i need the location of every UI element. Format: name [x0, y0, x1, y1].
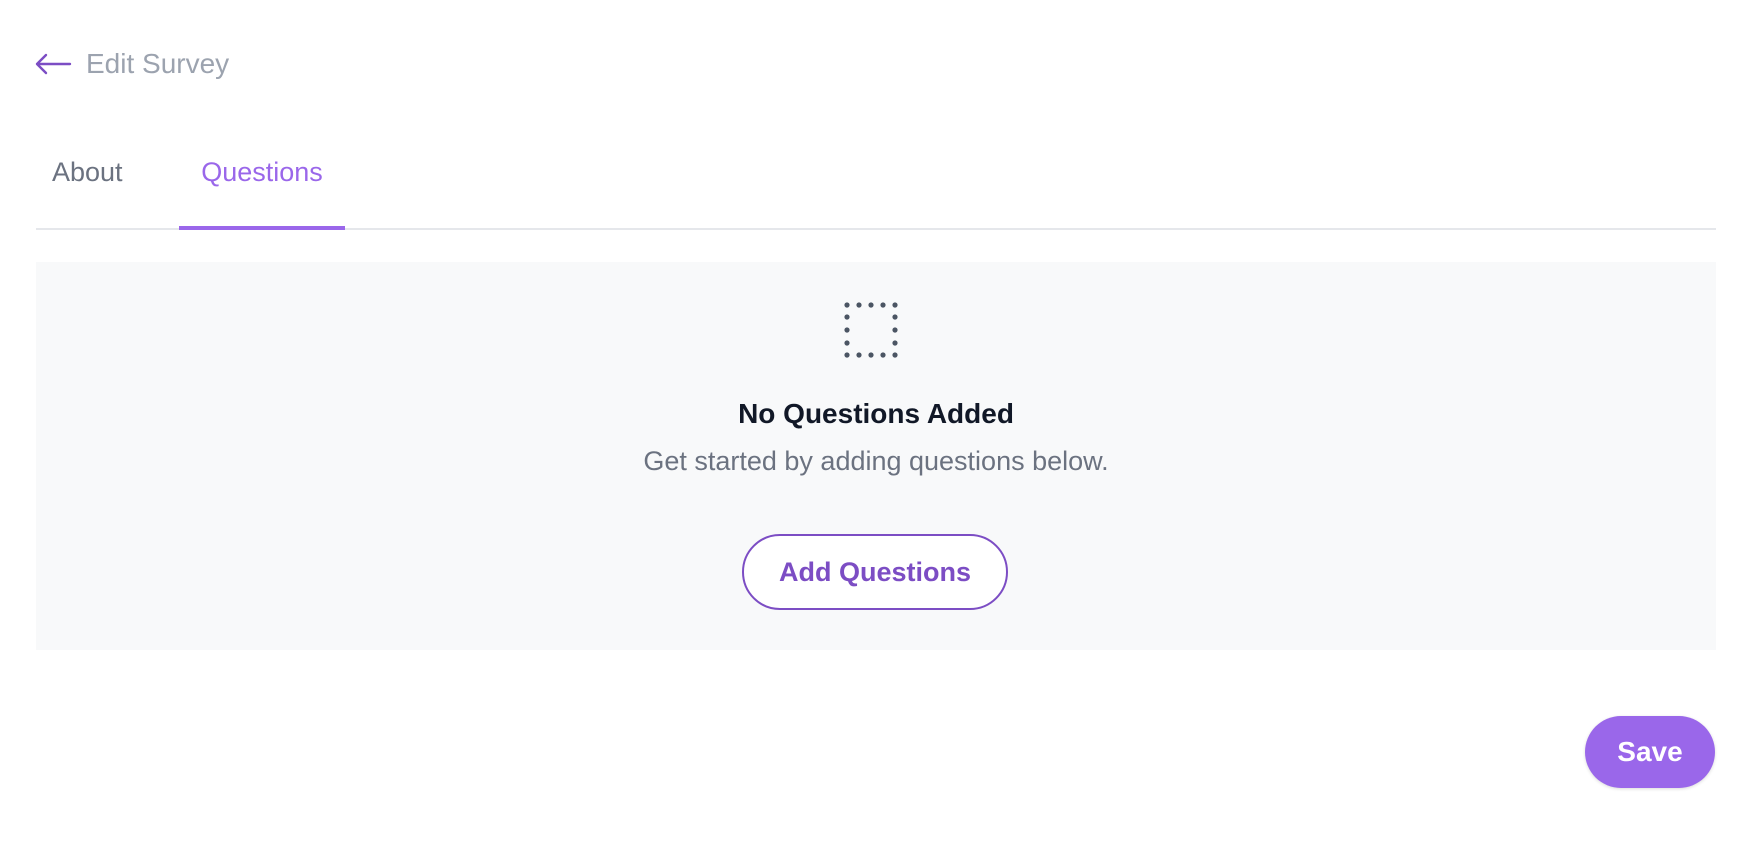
page-title: Edit Survey	[86, 48, 230, 79]
add-questions-button[interactable]: Add Questions	[742, 534, 1008, 610]
save-button[interactable]: Save	[1585, 716, 1715, 788]
tab-about[interactable]: About	[52, 140, 123, 228]
page-header: Edit Survey	[34, 44, 229, 84]
empty-state-description: Get started by adding questions below.	[643, 446, 1109, 476]
empty-state-title: No Questions Added	[738, 398, 1014, 429]
arrow-left-icon[interactable]	[34, 52, 72, 76]
empty-state-panel: No Questions Added Get started by adding…	[36, 262, 1716, 650]
tab-questions[interactable]: Questions	[179, 140, 345, 230]
tab-bar: About Questions	[36, 140, 1716, 230]
dotted-square-icon	[840, 298, 904, 362]
